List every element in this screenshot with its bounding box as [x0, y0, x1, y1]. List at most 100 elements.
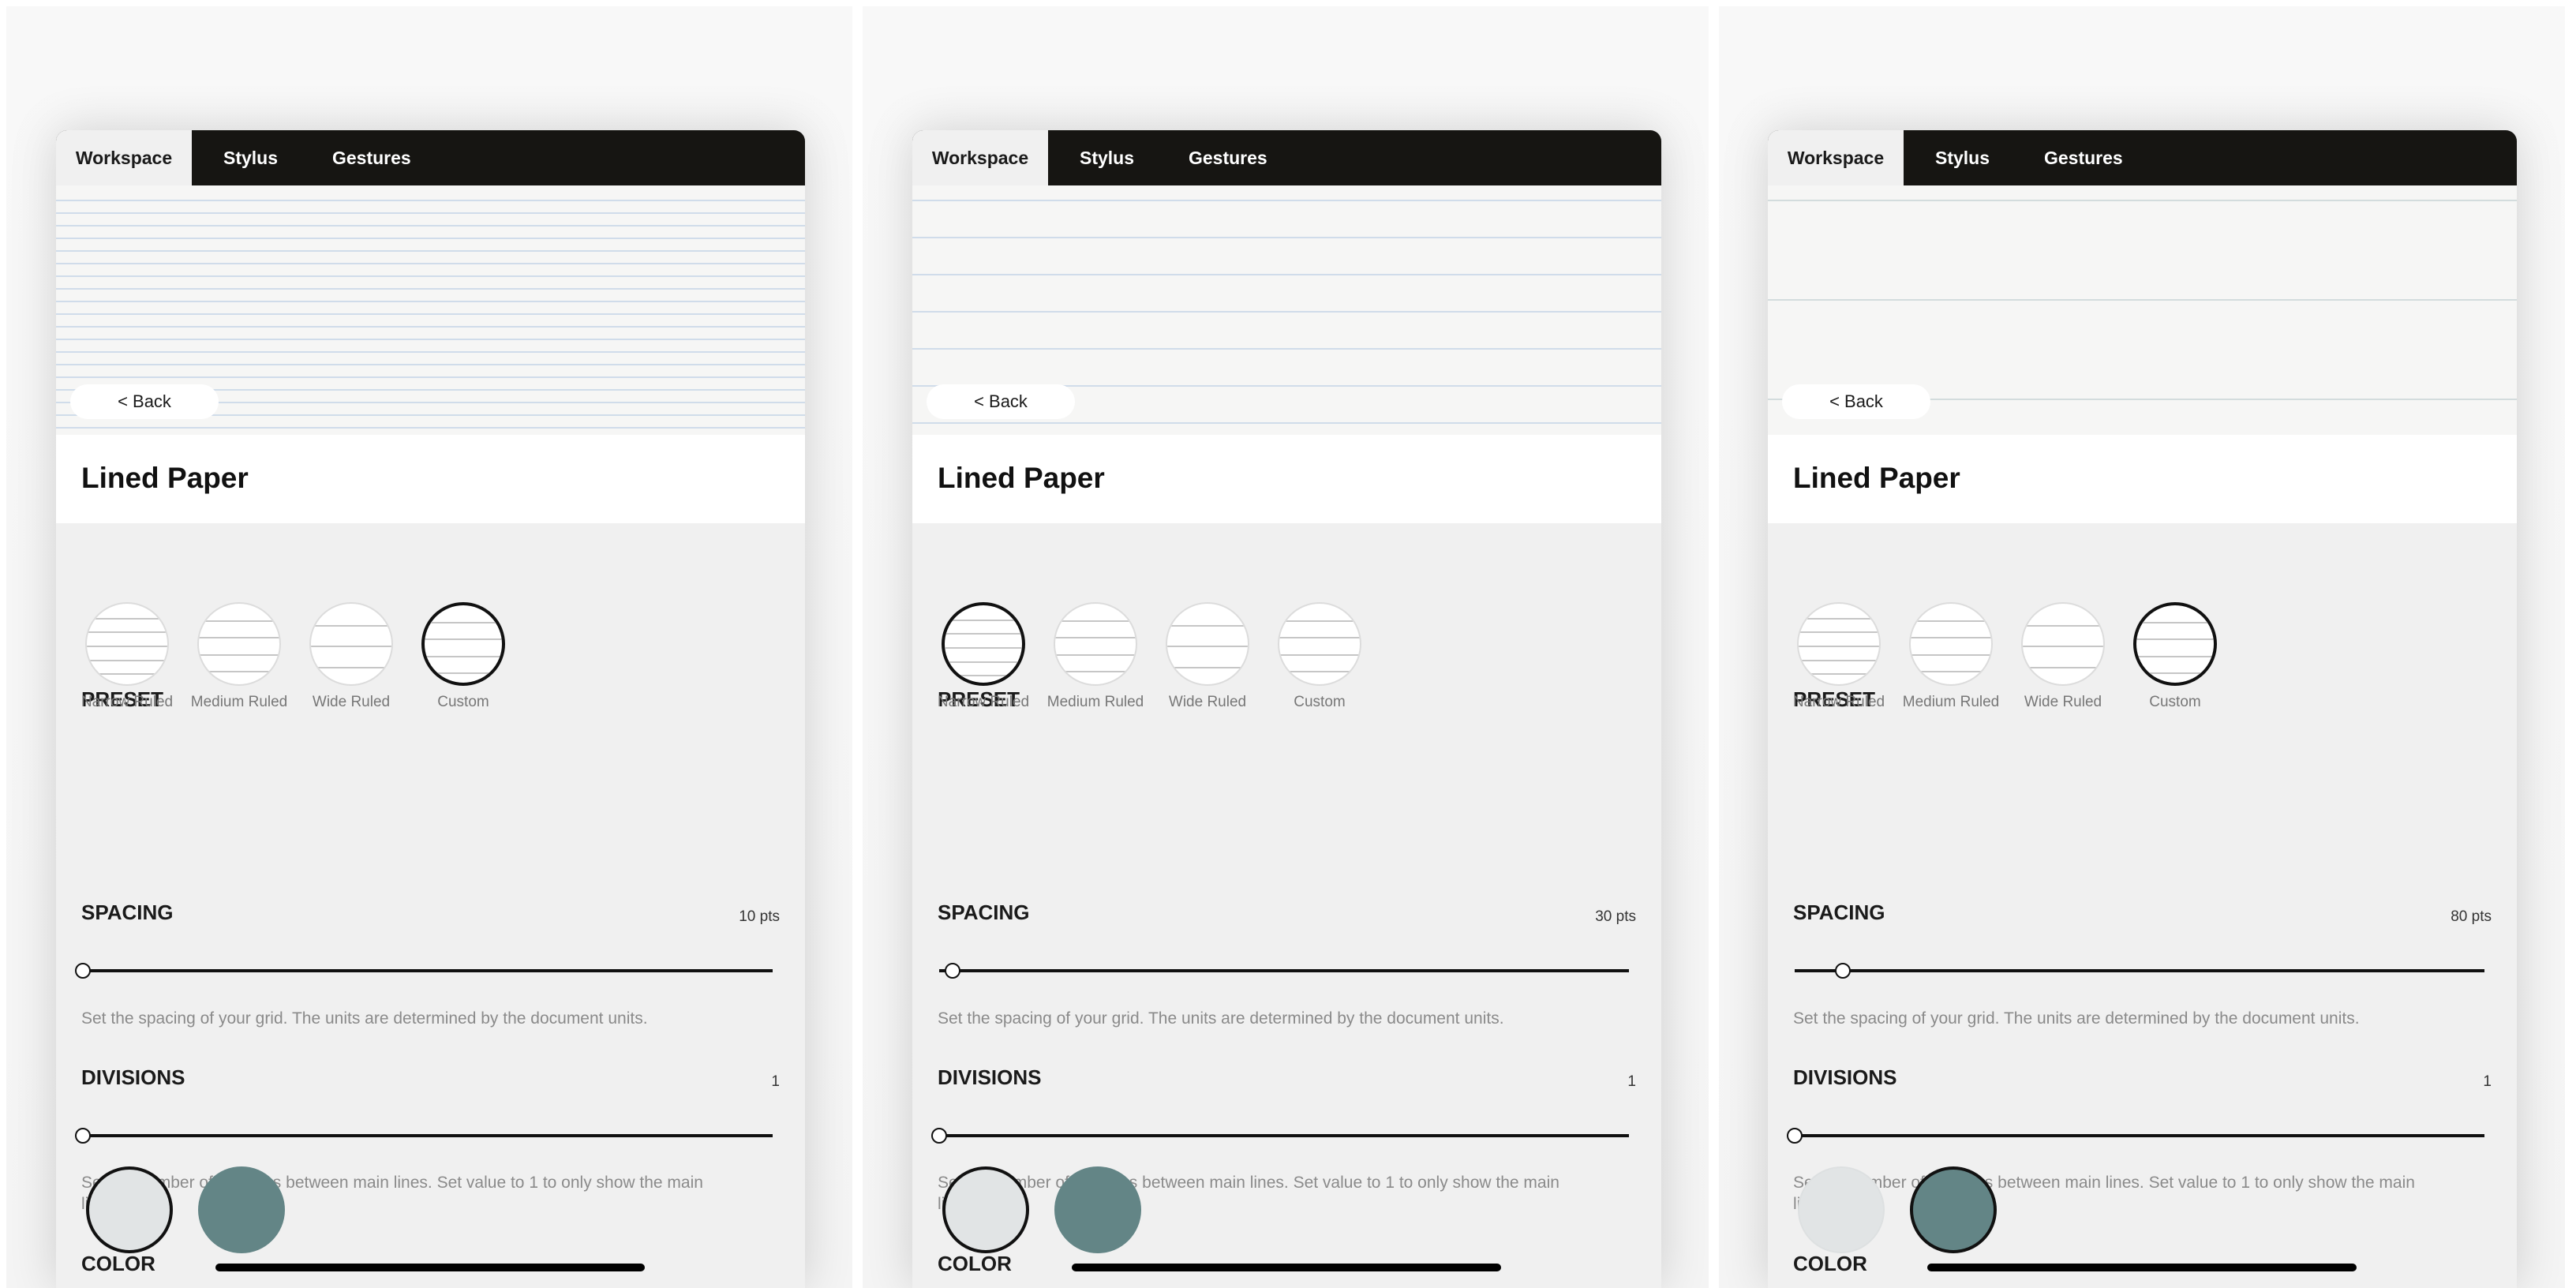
- title-band: Lined Paper: [1768, 435, 2517, 523]
- preset-medium-ruled[interactable]: Medium Ruled: [1903, 602, 1999, 711]
- color-label: COLOR: [938, 1252, 1012, 1275]
- color-swatch-light-gray[interactable]: [86, 1166, 173, 1253]
- preset-thumbnail[interactable]: [942, 602, 1025, 686]
- preset-rule-line: [2136, 656, 2214, 657]
- preset-narrow-ruled[interactable]: Narrow Ruled: [81, 602, 173, 711]
- divisions-description: Set the number of divisions between main…: [938, 1174, 1559, 1213]
- spacing-slider[interactable]: [1795, 959, 2484, 983]
- spacing-description: Set the spacing of your grid. The units …: [81, 1009, 648, 1028]
- preset-wide-ruled[interactable]: Wide Ruled: [2019, 602, 2107, 711]
- preview-rule-line: [912, 237, 1661, 238]
- preset-rule-line: [945, 620, 1022, 621]
- divisions-value: 1: [2483, 1073, 2492, 1090]
- spacing-slider-thumb[interactable]: [75, 963, 91, 979]
- home-indicator: [1072, 1264, 1501, 1271]
- preset-thumbnail[interactable]: [1797, 602, 1881, 686]
- preset-thumbnail[interactable]: [1909, 602, 1993, 686]
- spacing-slider-track: [83, 969, 773, 972]
- divisions-slider-track: [1795, 1134, 2484, 1137]
- preview-rule-line: [1768, 299, 2517, 301]
- preset-rule-line: [945, 675, 1022, 676]
- settings-panel-3: Workspace Stylus Gestures < Back Lined P…: [1768, 130, 2517, 1288]
- spacing-slider[interactable]: [75, 959, 773, 983]
- color-label: COLOR: [81, 1252, 155, 1275]
- tab-stylus[interactable]: Stylus: [1935, 130, 1990, 185]
- preset-label-text: Custom: [437, 694, 489, 710]
- divisions-slider-track: [83, 1134, 773, 1137]
- preset-rule-line: [1911, 637, 1991, 638]
- back-button[interactable]: < Back: [70, 384, 219, 419]
- color-swatch-light-gray[interactable]: [1798, 1166, 1885, 1253]
- spacing-label: SPACING: [1793, 900, 1885, 924]
- preset-rule-line: [311, 625, 391, 627]
- tab-workspace[interactable]: Workspace: [912, 130, 1048, 185]
- preset-label-text: Wide Ruled: [1168, 694, 1247, 710]
- preset-rule-line: [2023, 625, 2103, 627]
- color-swatch-teal[interactable]: [198, 1166, 285, 1253]
- preset-rule-line: [2023, 667, 2103, 668]
- preset-medium-ruled[interactable]: Medium Ruled: [1047, 602, 1144, 711]
- preset-rule-line: [1055, 654, 1136, 656]
- preset-rule-line: [87, 660, 167, 661]
- back-button[interactable]: < Back: [1782, 384, 1930, 419]
- preset-rule-line: [1911, 654, 1991, 656]
- preset-rule-line: [1911, 620, 1991, 622]
- preset-label-text: Medium Ruled: [190, 694, 288, 710]
- preview-rule-line: [56, 376, 805, 378]
- preset-rule-line: [1055, 620, 1136, 622]
- tab-workspace[interactable]: Workspace: [1768, 130, 1904, 185]
- spacing-slider-thumb[interactable]: [1835, 963, 1852, 979]
- preset-custom[interactable]: Custom: [419, 602, 507, 711]
- preset-thumbnail[interactable]: [421, 602, 505, 686]
- tab-gestures[interactable]: Gestures: [332, 130, 411, 185]
- divisions-slider[interactable]: [75, 1124, 773, 1148]
- tab-gestures[interactable]: Gestures: [2044, 130, 2123, 185]
- divisions-slider[interactable]: [1787, 1124, 2484, 1148]
- home-indicator: [1927, 1264, 2357, 1271]
- color-swatch-light-gray[interactable]: [942, 1166, 1029, 1253]
- preset-wide-ruled[interactable]: Wide Ruled: [307, 602, 395, 711]
- spacing-value: 30 pts: [1595, 908, 1636, 925]
- preset-custom[interactable]: Custom: [1275, 602, 1364, 711]
- preview-rule-line: [912, 200, 1661, 201]
- preset-thumbnail[interactable]: [85, 602, 169, 686]
- preset-medium-ruled[interactable]: Medium Ruled: [191, 602, 287, 711]
- tab-gestures[interactable]: Gestures: [1189, 130, 1267, 185]
- preset-thumbnail[interactable]: [1278, 602, 1361, 686]
- preset-rule-line: [1279, 637, 1360, 638]
- back-button[interactable]: < Back: [927, 384, 1075, 419]
- preset-rule-line: [425, 622, 502, 623]
- preset-custom[interactable]: Custom: [2131, 602, 2219, 711]
- preset-wide-ruled[interactable]: Wide Ruled: [1163, 602, 1252, 711]
- spacing-label: SPACING: [938, 900, 1030, 924]
- preset-narrow-ruled[interactable]: Narrow Ruled: [1793, 602, 1885, 711]
- preview-rule-line: [56, 238, 805, 239]
- preset-thumbnail[interactable]: [309, 602, 393, 686]
- preview-rule-line: [56, 351, 805, 353]
- preset-thumbnail[interactable]: [197, 602, 281, 686]
- spacing-slider[interactable]: [939, 959, 1629, 983]
- preset-thumbnail[interactable]: [1054, 602, 1137, 686]
- lined-paper-preview: < Back: [912, 185, 1661, 435]
- preset-thumbnail[interactable]: [2021, 602, 2105, 686]
- preset-thumbnail[interactable]: [1166, 602, 1249, 686]
- preset-rule-line: [2136, 672, 2214, 674]
- tab-workspace[interactable]: Workspace: [56, 130, 192, 185]
- preset-thumbnail[interactable]: [2133, 602, 2217, 686]
- page-title: Lined Paper: [81, 462, 249, 494]
- divisions-slider[interactable]: [931, 1124, 1629, 1148]
- spacing-slider-thumb[interactable]: [945, 963, 961, 979]
- tab-stylus[interactable]: Stylus: [223, 130, 278, 185]
- preset-label-text: Narrow Ruled: [937, 694, 1030, 710]
- divisions-slider-thumb[interactable]: [931, 1128, 947, 1144]
- divisions-slider-thumb[interactable]: [75, 1128, 91, 1144]
- tab-bar: Workspace Stylus Gestures: [56, 130, 805, 185]
- preview-rule-line: [56, 301, 805, 302]
- color-swatch-teal[interactable]: [1910, 1166, 1997, 1253]
- color-swatch-teal[interactable]: [1054, 1166, 1141, 1253]
- preset-narrow-ruled[interactable]: Narrow Ruled: [938, 602, 1029, 711]
- divisions-slider-thumb[interactable]: [1787, 1128, 1803, 1144]
- preview-rule-line: [56, 225, 805, 227]
- preview-rule-line: [56, 288, 805, 290]
- tab-stylus[interactable]: Stylus: [1080, 130, 1134, 185]
